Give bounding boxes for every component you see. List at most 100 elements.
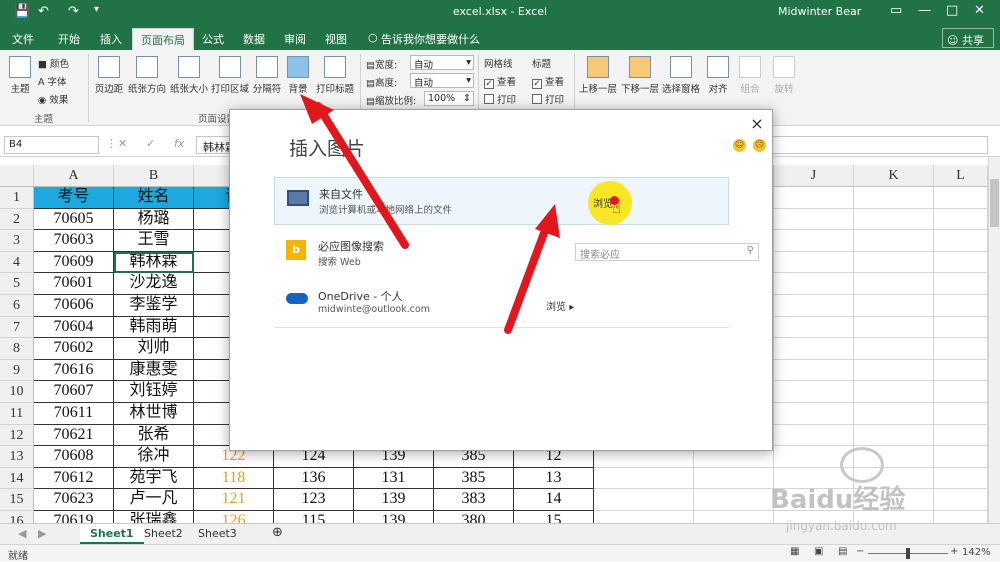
row-header[interactable]: 2 [0, 208, 34, 231]
table-cell[interactable] [774, 208, 854, 231]
table-cell[interactable]: 王雪 [114, 230, 194, 252]
table-cell[interactable]: 70623 [34, 489, 114, 511]
column-header-B[interactable]: B [114, 165, 194, 187]
column-header-L[interactable]: L [934, 165, 988, 187]
table-cell[interactable]: 115 [274, 511, 354, 523]
table-cell[interactable] [594, 489, 694, 511]
table-cell[interactable] [774, 187, 854, 209]
enter-icon[interactable]: ✓ [146, 137, 155, 150]
table-cell[interactable]: 70601 [34, 273, 114, 295]
selection-pane-button[interactable]: 选择窗格 [661, 56, 701, 95]
table-cell[interactable] [854, 381, 934, 403]
table-cell[interactable] [934, 251, 988, 274]
table-cell[interactable] [934, 359, 988, 382]
table-cell[interactable]: 70606 [34, 295, 114, 317]
table-cell[interactable]: 385 [434, 467, 514, 490]
row-header[interactable]: 5 [0, 273, 34, 295]
table-cell[interactable]: 70607 [34, 381, 114, 403]
table-cell[interactable]: 70604 [34, 316, 114, 339]
add-sheet-icon[interactable]: ⊕ [262, 524, 293, 544]
table-cell[interactable] [934, 295, 988, 317]
table-cell[interactable] [774, 338, 854, 360]
table-cell[interactable]: 韩林霖 [114, 251, 194, 274]
print-area-button[interactable]: 打印区域 [210, 56, 250, 95]
table-cell[interactable] [774, 381, 854, 403]
table-cell[interactable] [934, 208, 988, 231]
row-header[interactable]: 14 [0, 467, 34, 490]
table-cell[interactable] [774, 403, 854, 425]
table-cell[interactable]: 15 [514, 511, 594, 523]
dialog-close-button[interactable]: × [749, 114, 765, 133]
table-cell[interactable] [854, 316, 934, 339]
table-cell[interactable] [774, 273, 854, 295]
tab-page-layout[interactable]: 页面布局 [132, 28, 194, 50]
table-cell[interactable]: 70605 [34, 208, 114, 231]
row-header[interactable]: 7 [0, 316, 34, 339]
breaks-button[interactable]: 分隔符 [250, 56, 284, 95]
table-cell[interactable] [594, 467, 694, 490]
normal-view-icon[interactable]: ▦ [790, 546, 799, 557]
size-button[interactable]: 纸张大小 [168, 56, 210, 95]
table-cell[interactable] [934, 187, 988, 209]
table-cell[interactable] [934, 424, 988, 447]
table-cell[interactable]: 139 [354, 511, 434, 523]
table-cell[interactable] [934, 316, 988, 339]
table-cell[interactable]: 考号 [34, 187, 114, 209]
table-cell[interactable]: 70621 [34, 424, 114, 447]
row-header[interactable]: 3 [0, 230, 34, 252]
themes-button[interactable]: 主题 [6, 56, 34, 95]
send-backward-button[interactable]: 下移一层 [620, 56, 660, 95]
table-cell[interactable]: 70608 [34, 446, 114, 468]
table-cell[interactable] [934, 273, 988, 295]
table-cell[interactable] [854, 230, 934, 252]
column-header-A[interactable]: A [34, 165, 114, 187]
table-cell[interactable]: 70602 [34, 338, 114, 360]
name-box[interactable]: B4 [4, 136, 99, 154]
table-cell[interactable] [934, 230, 988, 252]
table-cell[interactable]: 李鉴学 [114, 295, 194, 317]
row-header[interactable]: 1 [0, 187, 34, 209]
table-cell[interactable] [774, 316, 854, 339]
scale-spinner[interactable]: 100% ⇕ [424, 91, 474, 106]
table-cell[interactable]: 苑宇飞 [114, 467, 194, 490]
row-header[interactable]: 6 [0, 295, 34, 317]
table-cell[interactable]: 刘帅 [114, 338, 194, 360]
table-cell[interactable] [774, 359, 854, 382]
row-header[interactable]: 11 [0, 403, 34, 425]
sheet-tab-3[interactable]: Sheet3 [188, 524, 247, 544]
share-button[interactable]: ☺ 共享 [942, 28, 994, 48]
gridlines-print-checkbox[interactable]: 打印 [484, 92, 516, 106]
table-cell[interactable]: 卢一凡 [114, 489, 194, 511]
table-cell[interactable] [594, 511, 694, 523]
user-name[interactable]: Midwinter Bear [778, 5, 861, 18]
row-header[interactable]: 13 [0, 446, 34, 468]
table-cell[interactable]: 70611 [34, 403, 114, 425]
table-cell[interactable]: 126 [194, 511, 274, 523]
bring-forward-button[interactable]: 上移一层 [578, 56, 618, 95]
table-cell[interactable]: 姓名 [114, 187, 194, 209]
bing-search-input[interactable]: 搜索必应 ⚲ [575, 243, 759, 261]
table-cell[interactable]: 林世博 [114, 403, 194, 425]
table-cell[interactable] [854, 338, 934, 360]
table-cell[interactable] [854, 295, 934, 317]
table-cell[interactable] [934, 403, 988, 425]
page-layout-view-icon[interactable]: ▣ [814, 546, 823, 557]
next-sheet-icon[interactable]: ▶ [28, 524, 56, 544]
table-cell[interactable] [774, 230, 854, 252]
table-cell[interactable]: 383 [434, 489, 514, 511]
print-titles-button[interactable]: 打印标题 [314, 56, 356, 95]
table-cell[interactable]: 杨璐 [114, 208, 194, 231]
table-cell[interactable]: 70609 [34, 251, 114, 274]
table-cell[interactable] [774, 251, 854, 274]
row-header[interactable]: 15 [0, 489, 34, 511]
table-cell[interactable]: 121 [194, 489, 274, 511]
row-header[interactable]: 8 [0, 338, 34, 360]
align-button[interactable]: 对齐 [704, 56, 732, 95]
tab-data[interactable]: 数据 [243, 31, 265, 47]
page-break-view-icon[interactable]: ▤ [838, 546, 847, 557]
orientation-button[interactable]: 纸张方向 [126, 56, 168, 95]
tab-formulas[interactable]: 公式 [202, 31, 224, 47]
table-cell[interactable]: 徐冲 [114, 446, 194, 468]
select-all-corner[interactable] [0, 165, 34, 187]
column-header-J[interactable]: J [774, 165, 854, 187]
